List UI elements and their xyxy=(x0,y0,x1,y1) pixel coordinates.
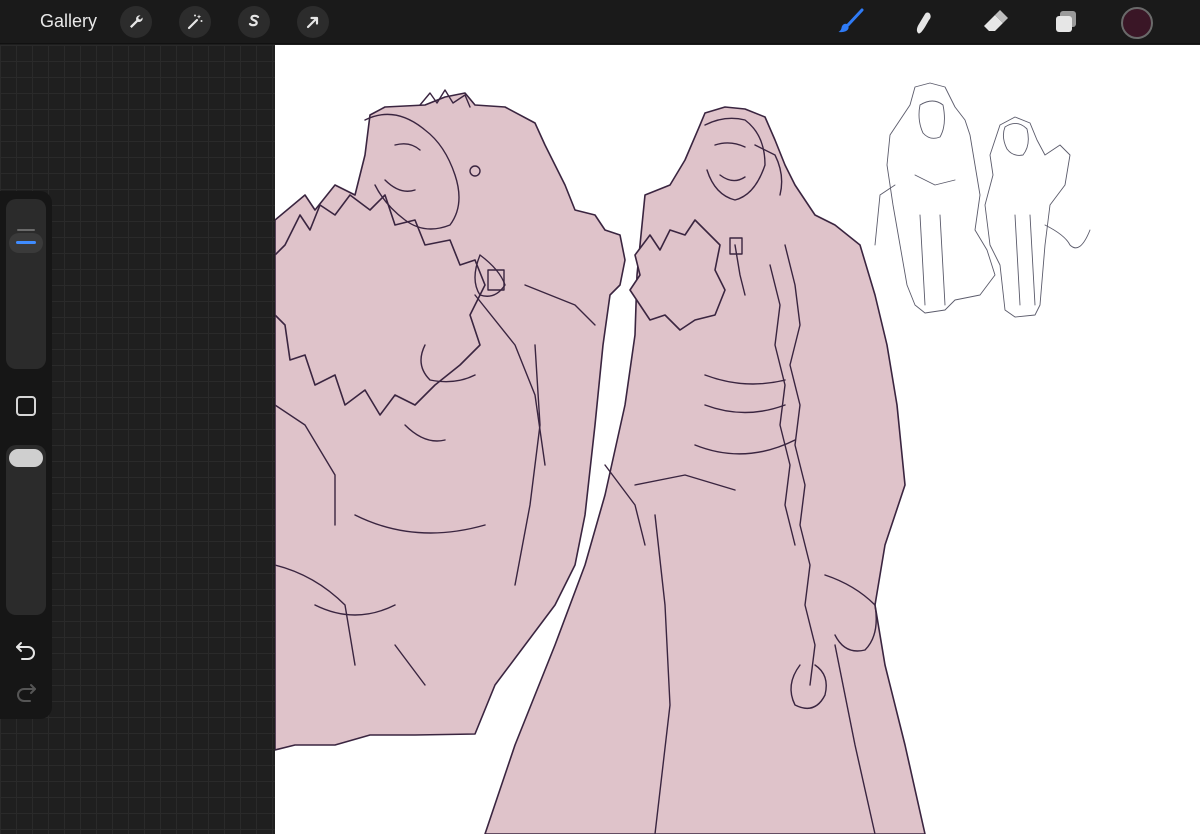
brush-size-slider[interactable] xyxy=(6,199,46,369)
color-swatch-button[interactable] xyxy=(1121,7,1153,39)
smudge-icon[interactable] xyxy=(907,6,939,38)
undo-icon[interactable] xyxy=(14,640,38,660)
top-toolbar: Gallery xyxy=(0,0,1200,44)
redo-icon[interactable] xyxy=(14,682,38,702)
layers-icon[interactable] xyxy=(1050,6,1082,38)
eraser-icon[interactable] xyxy=(979,6,1011,38)
opacity-thumb[interactable] xyxy=(9,449,43,467)
sketch-tall-figure xyxy=(886,82,996,314)
opacity-slider[interactable] xyxy=(6,445,46,615)
arrow-cursor-icon[interactable] xyxy=(297,6,329,38)
magic-wand-icon[interactable] xyxy=(179,6,211,38)
gallery-button[interactable]: Gallery xyxy=(40,11,97,32)
drawing-canvas[interactable] xyxy=(275,45,1200,834)
brush-icon[interactable] xyxy=(835,6,867,38)
size-slider-tick xyxy=(17,229,35,231)
brush-size-thumb[interactable] xyxy=(9,233,43,253)
selection-s-icon[interactable] xyxy=(238,6,270,38)
modify-button[interactable] xyxy=(16,396,36,416)
wrench-icon[interactable] xyxy=(120,6,152,38)
left-sidebar xyxy=(0,191,52,719)
artwork xyxy=(275,82,1091,834)
